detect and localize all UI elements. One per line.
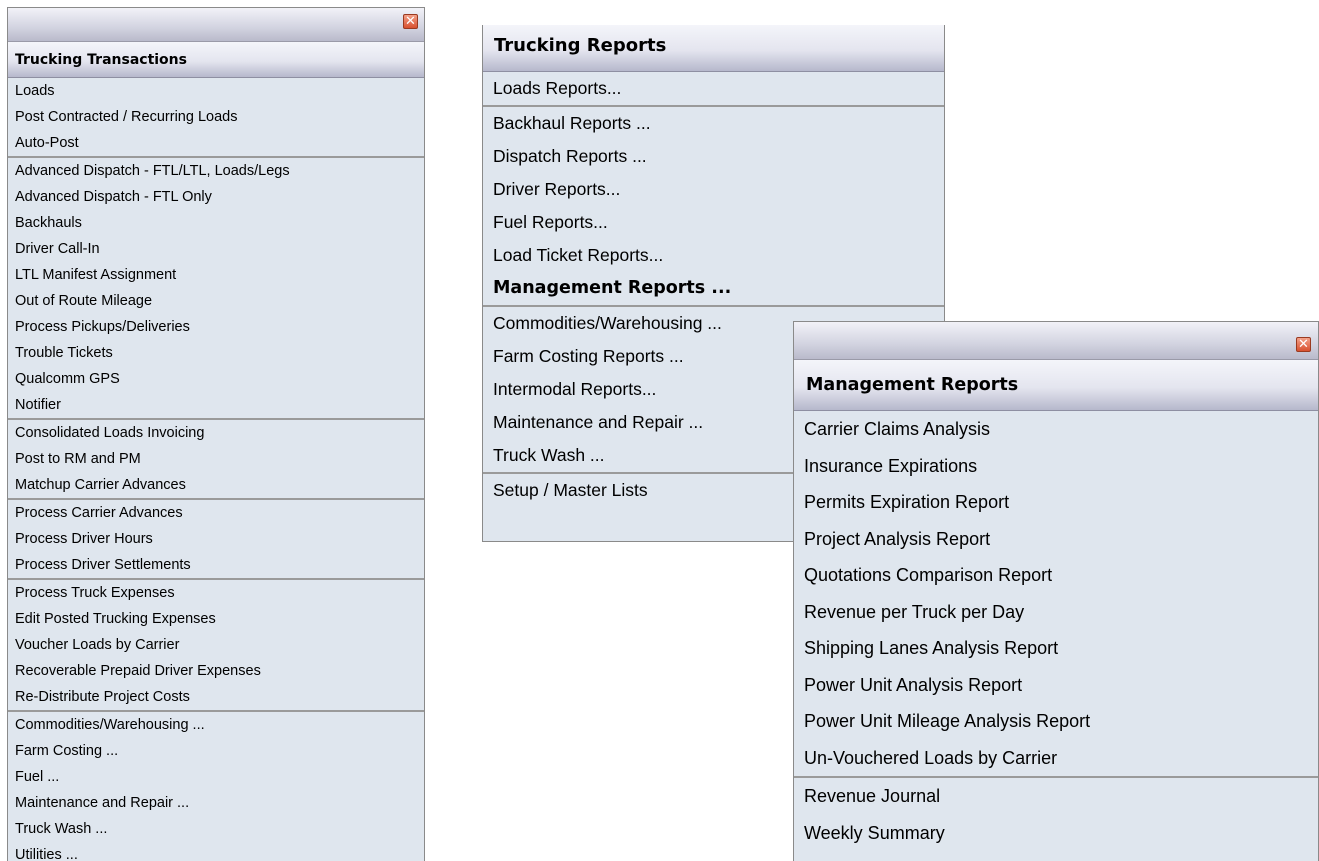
menu-group: Carrier Claims Analysis Insurance Expirat… (794, 411, 1318, 778)
menu-item-driver-call-in[interactable]: Driver Call-In (8, 236, 424, 262)
window-titlebar[interactable]: ✕ (8, 8, 424, 42)
menu-item-matchup-carrier-advances[interactable]: Matchup Carrier Advances (8, 472, 424, 498)
menu-item-ltl-manifest-assignment[interactable]: LTL Manifest Assignment (8, 262, 424, 288)
menu-item-out-of-route-mileage[interactable]: Out of Route Mileage (8, 288, 424, 314)
menu-item-consolidated-loads-invoicing[interactable]: Consolidated Loads Invoicing (8, 420, 424, 446)
menu-item-process-pickups-deliveries[interactable]: Process Pickups/Deliveries (8, 314, 424, 340)
menu-item-recoverable-prepaid-driver-expenses[interactable]: Recoverable Prepaid Driver Expenses (8, 658, 424, 684)
menu-item-insurance-expirations[interactable]: Insurance Expirations (794, 448, 1318, 485)
panel-header: Trucking Reports (483, 25, 944, 72)
window-titlebar[interactable]: ✕ (794, 322, 1318, 360)
menu-group: Loads Reports... (483, 72, 944, 107)
menu-item-dispatch-reports[interactable]: Dispatch Reports ... (483, 140, 944, 173)
menu-group: Revenue Journal Weekly Summary (794, 778, 1318, 851)
management-reports-panel: ✕ Management Reports Carrier Claims Anal… (793, 321, 1319, 861)
menu-item-re-distribute-project-costs[interactable]: Re-Distribute Project Costs (8, 684, 424, 710)
menu-item-loads-reports[interactable]: Loads Reports... (483, 72, 944, 105)
menu-item-driver-reports[interactable]: Driver Reports... (483, 173, 944, 206)
menu-item-power-unit-analysis-report[interactable]: Power Unit Analysis Report (794, 667, 1318, 704)
trucking-transactions-panel: ✕ Trucking Transactions Loads Post Contra… (7, 7, 425, 861)
menu-item-power-unit-mileage-analysis-report[interactable]: Power Unit Mileage Analysis Report (794, 703, 1318, 740)
menu-item-edit-posted-trucking-expenses[interactable]: Edit Posted Trucking Expenses (8, 606, 424, 632)
menu-item-post-to-rm-and-pm[interactable]: Post to RM and PM (8, 446, 424, 472)
menu-item-post-contracted-recurring-loads[interactable]: Post Contracted / Recurring Loads (8, 104, 424, 130)
menu-item-quotations-comparison-report[interactable]: Quotations Comparison Report (794, 557, 1318, 594)
panel-header: Trucking Transactions (8, 42, 424, 78)
menu-item-un-vouchered-loads-by-carrier[interactable]: Un-Vouchered Loads by Carrier (794, 740, 1318, 777)
menu-item-utilities[interactable]: Utilities ... (8, 842, 424, 861)
panel-header: Management Reports (794, 360, 1318, 411)
close-icon[interactable]: ✕ (403, 14, 418, 29)
menu-item-process-driver-hours[interactable]: Process Driver Hours (8, 526, 424, 552)
menu-item-revenue-journal[interactable]: Revenue Journal (794, 778, 1318, 815)
menu-group: Process Carrier Advances Process Driver H… (8, 500, 424, 580)
menu-item-trouble-tickets[interactable]: Trouble Tickets (8, 340, 424, 366)
transactions-menu: Loads Post Contracted / Recurring Loads Au… (8, 78, 424, 861)
menu-group: Consolidated Loads Invoicing Post to RM a… (8, 420, 424, 500)
close-icon[interactable]: ✕ (1296, 337, 1311, 352)
menu-item-process-carrier-advances[interactable]: Process Carrier Advances (8, 500, 424, 526)
menu-item-loads[interactable]: Loads (8, 78, 424, 104)
menu-item-backhauls[interactable]: Backhauls (8, 210, 424, 236)
menu-group: Commodities/Warehousing ... Farm Costing … (8, 712, 424, 861)
menu-group: Process Truck Expenses Edit Posted Trucki… (8, 580, 424, 712)
menu-item-carrier-claims-analysis[interactable]: Carrier Claims Analysis (794, 411, 1318, 448)
menu-item-truck-wash[interactable]: Truck Wash ... (8, 816, 424, 842)
menu-item-notifier[interactable]: Notifier (8, 392, 424, 418)
menu-group: Loads Post Contracted / Recurring Loads Au… (8, 78, 424, 158)
menu-group: Advanced Dispatch - FTL/LTL, Loads/Legs A… (8, 158, 424, 420)
menu-item-advanced-dispatch-ftl-only[interactable]: Advanced Dispatch - FTL Only (8, 184, 424, 210)
menu-item-voucher-loads-by-carrier[interactable]: Voucher Loads by Carrier (8, 632, 424, 658)
menu-item-fuel-reports[interactable]: Fuel Reports... (483, 206, 944, 239)
menu-item-qualcomm-gps[interactable]: Qualcomm GPS (8, 366, 424, 392)
management-reports-menu: Carrier Claims Analysis Insurance Expirat… (794, 411, 1318, 851)
menu-item-management-reports[interactable]: Management Reports ... (483, 272, 944, 305)
menu-group: Backhaul Reports ... Dispatch Reports ...… (483, 107, 944, 307)
menu-item-commodities-warehousing[interactable]: Commodities/Warehousing ... (8, 712, 424, 738)
menu-item-farm-costing[interactable]: Farm Costing ... (8, 738, 424, 764)
menu-item-permits-expiration-report[interactable]: Permits Expiration Report (794, 484, 1318, 521)
menu-item-load-ticket-reports[interactable]: Load Ticket Reports... (483, 239, 944, 272)
menu-item-process-driver-settlements[interactable]: Process Driver Settlements (8, 552, 424, 578)
menu-item-auto-post[interactable]: Auto-Post (8, 130, 424, 156)
menu-item-weekly-summary[interactable]: Weekly Summary (794, 815, 1318, 852)
menu-item-project-analysis-report[interactable]: Project Analysis Report (794, 521, 1318, 558)
menu-item-shipping-lanes-analysis-report[interactable]: Shipping Lanes Analysis Report (794, 630, 1318, 667)
menu-item-fuel[interactable]: Fuel ... (8, 764, 424, 790)
menu-item-revenue-per-truck-per-day[interactable]: Revenue per Truck per Day (794, 594, 1318, 631)
menu-item-backhaul-reports[interactable]: Backhaul Reports ... (483, 107, 944, 140)
menu-item-advanced-dispatch-ftl-ltl-loads-legs[interactable]: Advanced Dispatch - FTL/LTL, Loads/Legs (8, 158, 424, 184)
menu-item-maintenance-and-repair[interactable]: Maintenance and Repair ... (8, 790, 424, 816)
menu-item-process-truck-expenses[interactable]: Process Truck Expenses (8, 580, 424, 606)
